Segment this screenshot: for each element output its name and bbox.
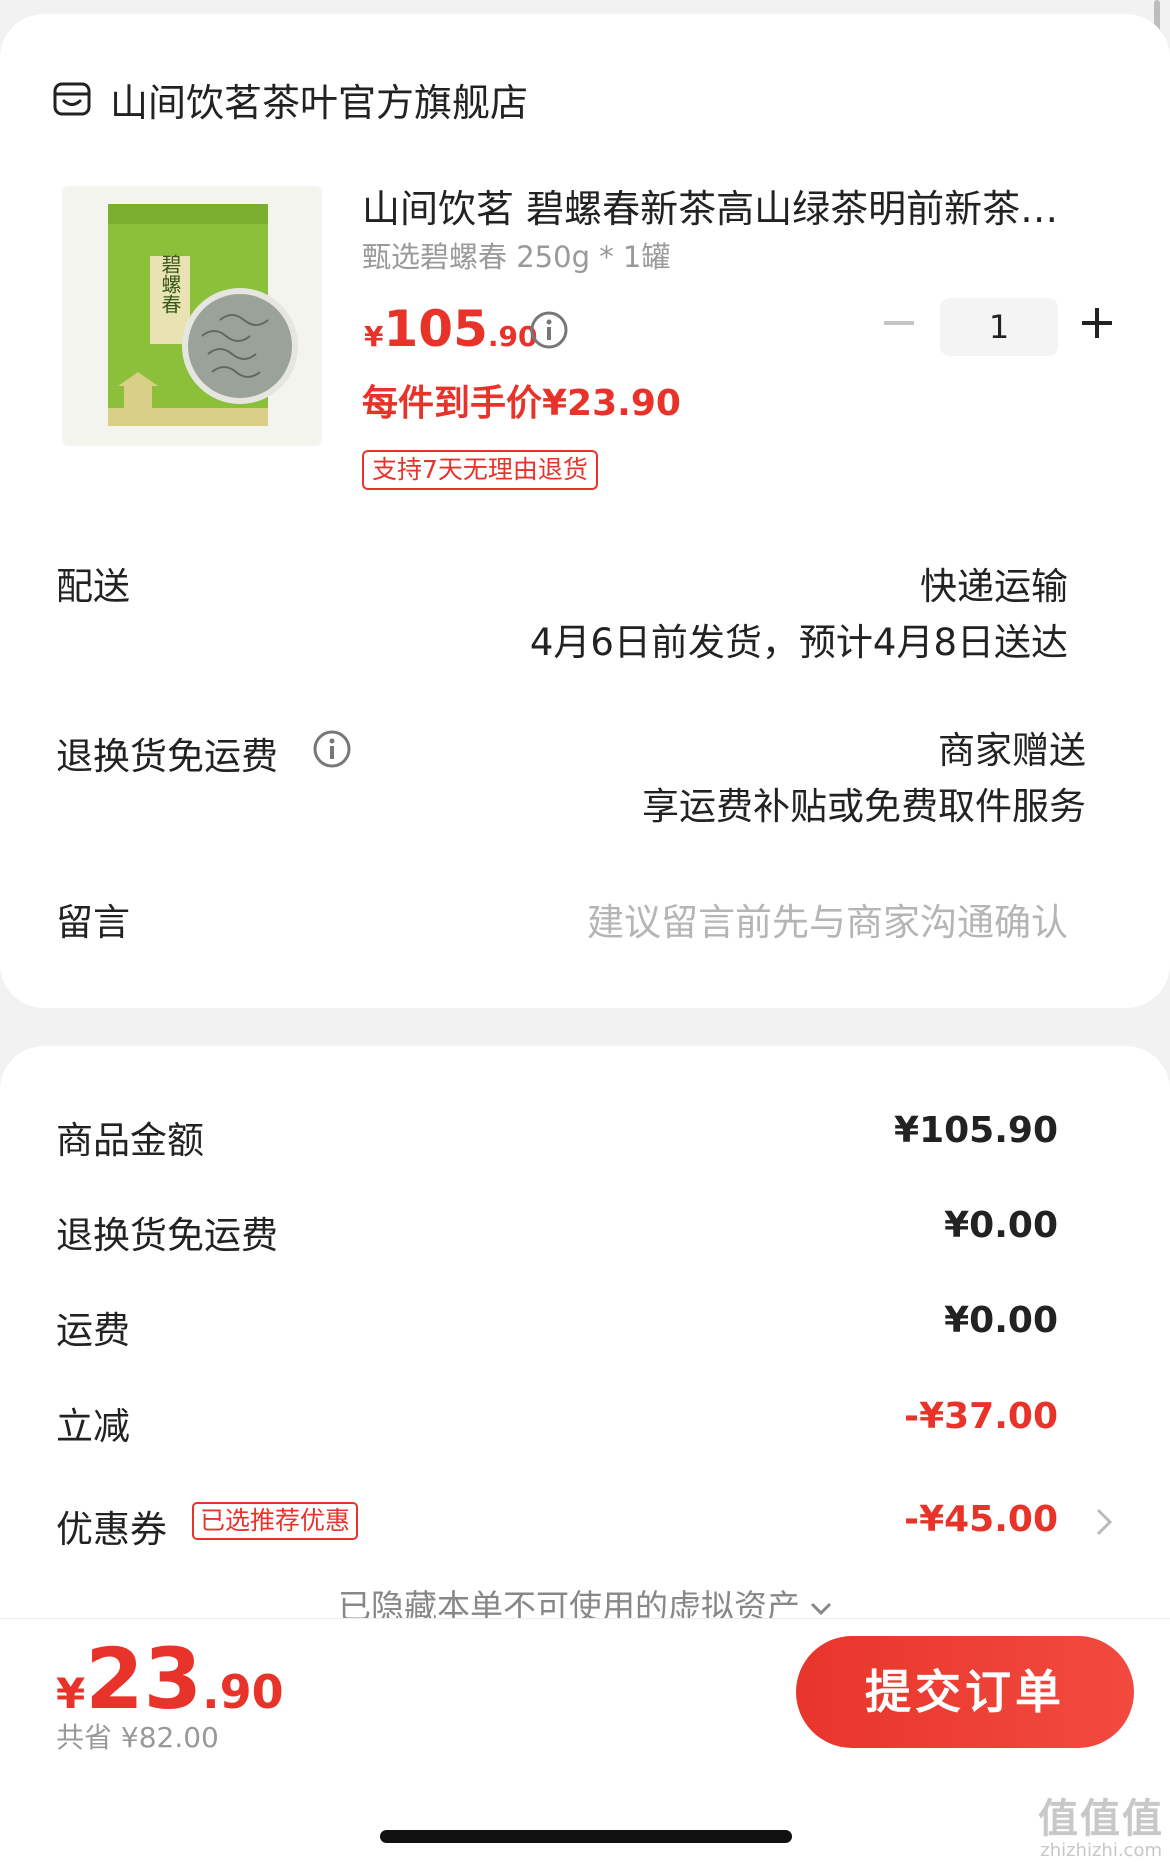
- product-spec[interactable]: 甄选碧螺春 250g * 1罐: [362, 234, 670, 276]
- store-name[interactable]: 山间饮茗茶叶官方旗舰店: [110, 72, 528, 127]
- total-decimal: .90: [202, 1665, 284, 1719]
- goods-amount-value: ¥105.90: [894, 1110, 1058, 1151]
- freight-value: ¥0.00: [944, 1300, 1058, 1341]
- info-icon[interactable]: [312, 729, 352, 769]
- price-symbol: ¥: [364, 320, 384, 353]
- return-shipping-label: 退换货免运费: [56, 735, 278, 778]
- delivery-time: 4月6日前发货，预计4月8日送达: [529, 621, 1068, 664]
- chevron-down-icon: [810, 1602, 832, 1615]
- delivery-label: 配送: [56, 565, 130, 608]
- submit-order-button[interactable]: 提交订单: [796, 1636, 1134, 1748]
- unit-price: 每件到手价¥23.90: [362, 383, 681, 424]
- return-shipping-value: 商家赠送: [938, 729, 1086, 772]
- price-integer: 105: [383, 300, 488, 358]
- return-shipping-desc: 享运费补贴或免费取件服务: [642, 785, 1086, 828]
- return-shipping-fee-value: ¥0.00: [944, 1205, 1058, 1246]
- total-symbol: ¥: [56, 1669, 86, 1718]
- item-price: ¥105.90: [364, 300, 537, 358]
- discount-label: 立减: [56, 1405, 130, 1448]
- order-item-card: [0, 14, 1170, 1008]
- discount-value: -¥37.00: [904, 1396, 1058, 1437]
- watermark: 值值值: [1038, 1796, 1164, 1842]
- info-icon[interactable]: [529, 310, 569, 350]
- store-icon: [53, 82, 91, 116]
- freight-label: 运费: [56, 1309, 130, 1352]
- product-title[interactable]: 山间饮茗 碧螺春新茶高山绿茶明前新茶…: [362, 178, 1092, 233]
- coupon-value[interactable]: -¥45.00: [904, 1499, 1058, 1540]
- return-shipping-fee-label: 退换货免运费: [56, 1214, 278, 1257]
- product-image[interactable]: 碧螺春: [62, 186, 322, 446]
- decrease-quantity-button[interactable]: [876, 300, 922, 346]
- return-policy-badge: 支持7天无理由退货: [362, 450, 598, 490]
- can-label: 碧螺春: [158, 254, 182, 314]
- total-integer: 23: [85, 1630, 203, 1728]
- goods-amount-label: 商品金额: [56, 1119, 204, 1162]
- message-input[interactable]: 建议留言前先与商家沟通确认: [587, 892, 1068, 946]
- home-indicator[interactable]: [380, 1830, 792, 1843]
- coupon-badge: 已选推荐优惠: [192, 1502, 359, 1540]
- chevron-right-icon[interactable]: [1092, 1502, 1116, 1542]
- message-label: 留言: [56, 901, 130, 944]
- quantity-field[interactable]: 1: [940, 298, 1058, 356]
- saved-amount: 共省 ¥82.00: [56, 1721, 219, 1754]
- increase-quantity-button[interactable]: [1074, 300, 1120, 346]
- delivery-method[interactable]: 快递运输: [920, 556, 1068, 610]
- total-price: ¥23.90: [56, 1630, 284, 1728]
- watermark-url: zhizhizhi.com: [1040, 1840, 1162, 1861]
- tea-can-illustration: 碧螺春: [108, 204, 298, 426]
- coupon-label[interactable]: 优惠券: [56, 1499, 167, 1553]
